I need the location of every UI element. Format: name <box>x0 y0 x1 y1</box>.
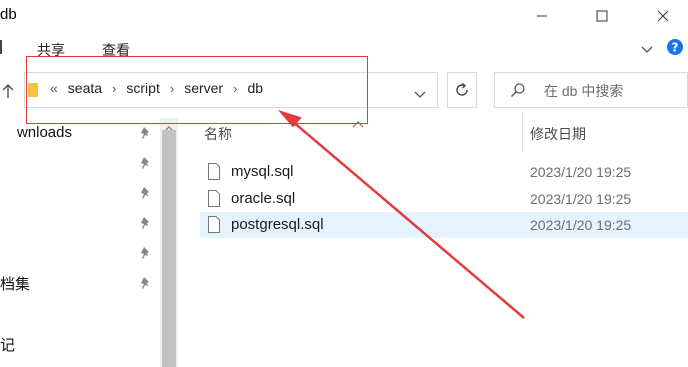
annotation-arrow <box>277 109 525 319</box>
